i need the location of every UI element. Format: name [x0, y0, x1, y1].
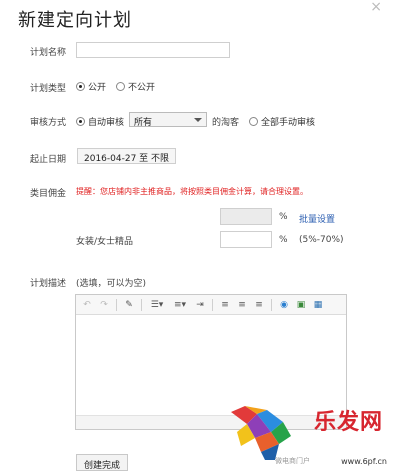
- radio-unselected-icon: [249, 117, 258, 126]
- link-icon[interactable]: ◉: [277, 298, 291, 312]
- toolbar-divider: [116, 298, 117, 311]
- new-plan-dialog: 新建定向计划 × 计划名称 计划类型 公开 不公开 审核方式 自动审核 所有 的…: [0, 0, 403, 472]
- commission-range-hint: (5%-70%): [299, 235, 344, 245]
- align-center-icon[interactable]: ≡: [235, 298, 249, 312]
- watermark-brand: 乐发网: [313, 409, 383, 435]
- batch-commission-input[interactable]: [220, 208, 272, 225]
- review-auto-label: 自动审核: [88, 118, 125, 128]
- align-right-icon[interactable]: ≡: [252, 298, 266, 312]
- numbered-list-icon[interactable]: ≡▾: [170, 298, 190, 312]
- review-manual-label: 全部手动审核: [261, 118, 316, 128]
- date-range-picker[interactable]: 2016-04-27 至 不限: [77, 148, 177, 164]
- review-suffix-text: 的淘客: [212, 118, 240, 128]
- dialog-title: 新建定向计划: [18, 10, 132, 31]
- align-left-icon[interactable]: ≡: [218, 298, 232, 312]
- image-icon[interactable]: ▣: [294, 298, 308, 312]
- watermark-subtitle: 微电商门户: [275, 457, 310, 465]
- watermark-url: www.6pf.cn: [341, 457, 387, 466]
- toolbar-divider: [212, 298, 213, 311]
- toolbar-divider: [271, 298, 272, 311]
- review-method-label: 审核方式: [30, 118, 67, 128]
- review-scope-select[interactable]: 所有: [129, 112, 207, 128]
- plan-name-input[interactable]: [76, 42, 230, 58]
- commission-warning: 提醒：您店铺内非主推商品，将按照类目佣金计算，请合理设置。: [76, 187, 308, 196]
- plan-type-public-label: 公开: [88, 83, 107, 93]
- review-scope-value: 所有: [134, 118, 153, 128]
- bullet-list-icon[interactable]: ☰▾: [147, 298, 167, 312]
- plan-type-private-radio[interactable]: 不公开: [116, 80, 155, 93]
- plan-type-public-radio[interactable]: 公开: [76, 80, 106, 93]
- radio-selected-icon: [76, 82, 85, 91]
- dates-label: 起止日期: [30, 155, 67, 165]
- radio-selected-icon: [76, 117, 85, 126]
- close-icon[interactable]: ×: [370, 0, 382, 14]
- review-auto-radio[interactable]: 自动审核: [76, 115, 124, 128]
- batch-percent-symbol: %: [279, 212, 288, 222]
- description-label: 计划描述: [30, 279, 67, 289]
- review-manual-radio[interactable]: 全部手动审核: [249, 115, 315, 128]
- category-percent-symbol: %: [279, 235, 288, 245]
- category-label: 女装/女士精品: [76, 237, 134, 247]
- description-hint: (选填，可以为空): [76, 279, 147, 289]
- chevron-down-icon: [194, 118, 202, 122]
- radio-unselected-icon: [116, 82, 125, 91]
- bull-logo-icon: [231, 406, 291, 460]
- indent-icon[interactable]: ⇥: [193, 298, 207, 312]
- table-icon[interactable]: ▦: [311, 298, 325, 312]
- plan-name-label: 计划名称: [30, 48, 67, 58]
- editor-toolbar: ↶ ↷ ✎ ☰▾ ≡▾ ⇥ ≡ ≡ ≡ ◉ ▣ ▦: [76, 295, 346, 315]
- undo-icon[interactable]: ↶: [80, 298, 94, 312]
- redo-icon[interactable]: ↷: [97, 298, 111, 312]
- plan-type-label: 计划类型: [30, 84, 67, 94]
- batch-set-link[interactable]: 批量设置: [299, 212, 335, 225]
- category-commission-input[interactable]: [220, 231, 272, 248]
- commission-label: 类目佣金: [30, 189, 67, 199]
- site-watermark-logo: 乐发网 微电商门户 www.6pf.cn: [227, 398, 397, 470]
- clear-format-icon[interactable]: ✎: [122, 298, 136, 312]
- create-complete-button[interactable]: 创建完成: [76, 454, 129, 471]
- plan-type-private-label: 不公开: [128, 83, 156, 93]
- toolbar-divider: [141, 298, 142, 311]
